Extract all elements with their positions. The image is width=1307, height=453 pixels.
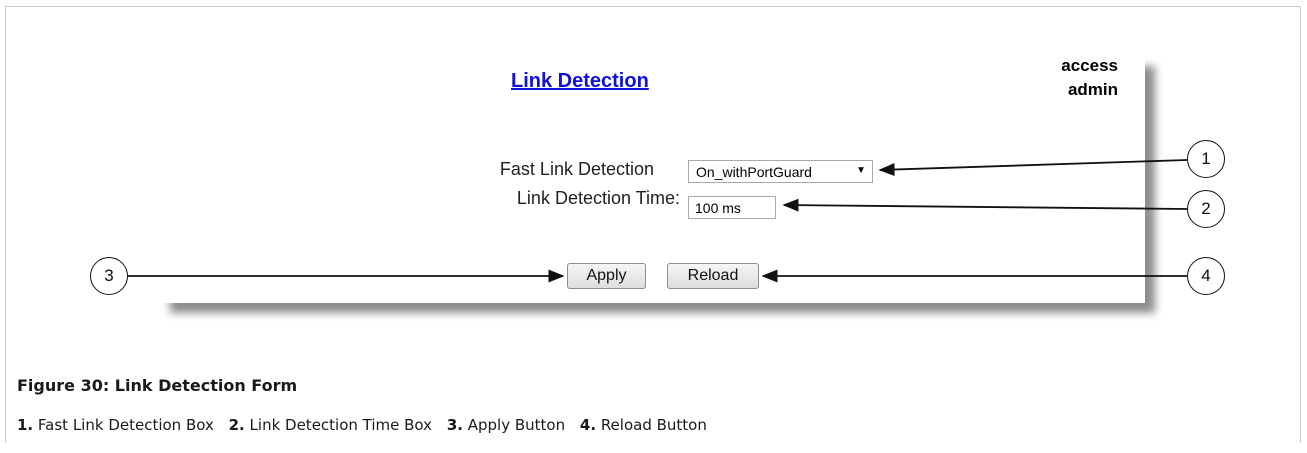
callout-2-arrow: [782, 198, 1188, 212]
legend-number: 4.: [579, 416, 597, 434]
legend-text: Apply Button: [467, 416, 566, 434]
legend-item: 1. Fast Link Detection Box: [17, 416, 214, 434]
legend-text: Reload Button: [600, 416, 707, 434]
callout-1: 1: [1187, 140, 1225, 178]
legend-text: Fast Link Detection Box: [37, 416, 214, 434]
callout-4: 4: [1187, 257, 1225, 295]
legend-number: 3.: [446, 416, 463, 434]
legend-item: 4. Reload Button: [580, 416, 707, 434]
legend-text: Link Detection Time Box: [249, 416, 433, 434]
legend-item: 2. Link Detection Time Box: [229, 416, 432, 434]
callout-1-arrow: [878, 159, 1188, 177]
callout-3: 3: [90, 257, 128, 295]
legend-item: 3. Apply Button: [447, 416, 565, 434]
callout-2: 2: [1187, 190, 1225, 228]
figure-legend: 1. Fast Link Detection Box 2. Link Detec…: [17, 416, 717, 434]
legend-number: 1.: [17, 416, 34, 434]
legend-number: 2.: [228, 416, 245, 434]
figure-title: Figure 30: Link Detection Form: [17, 376, 298, 395]
